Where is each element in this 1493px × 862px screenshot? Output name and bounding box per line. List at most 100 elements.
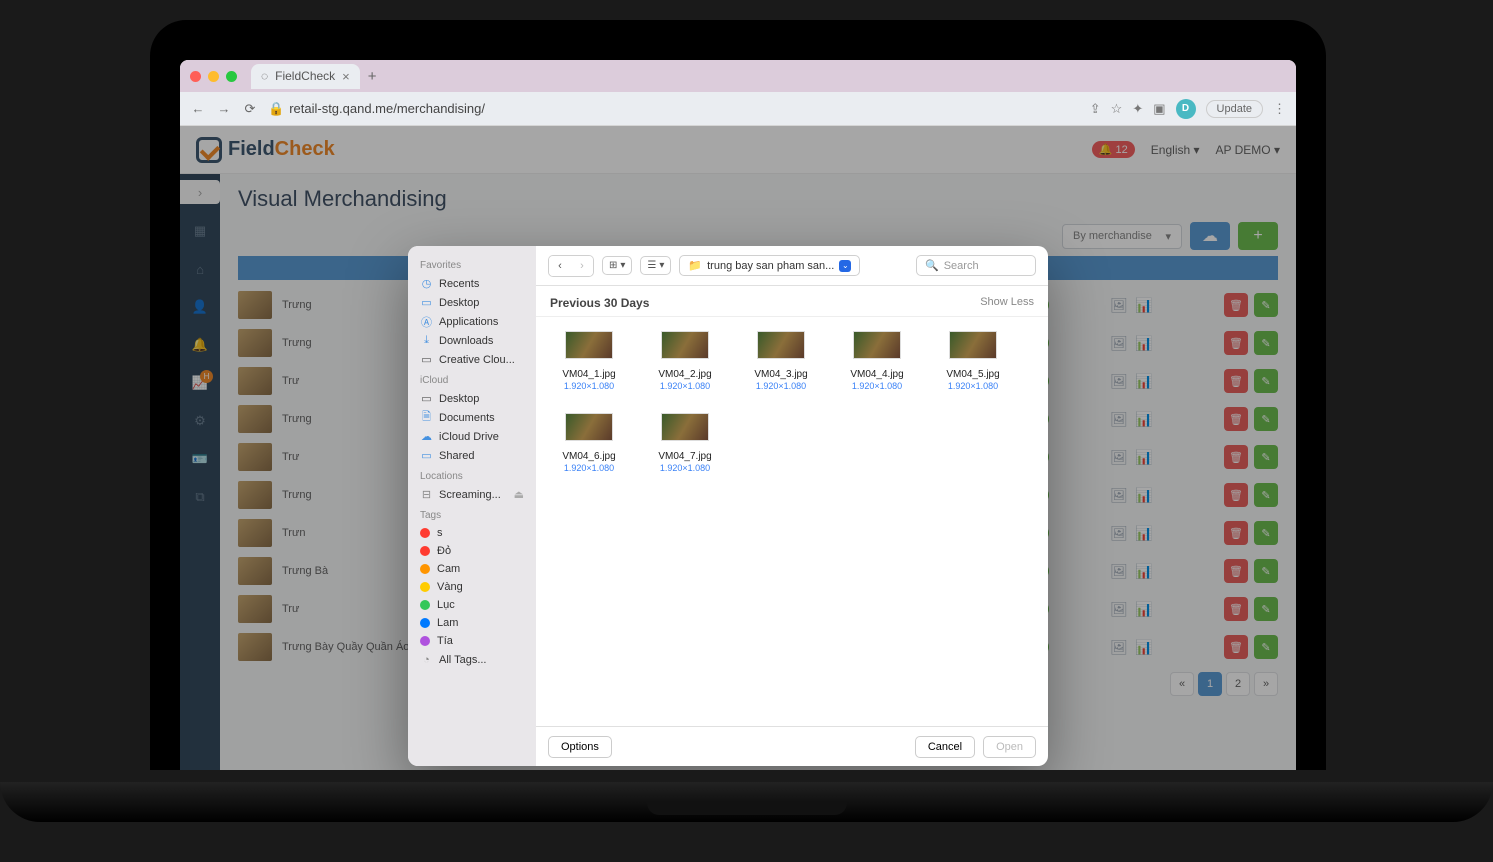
delete-button[interactable]: 🗑 — [1224, 559, 1248, 583]
new-tab-button[interactable]: + — [368, 68, 377, 85]
sidebar-item-desktop[interactable]: ▭Desktop — [408, 293, 536, 312]
window-maximize-button[interactable] — [226, 71, 237, 82]
window-close-button[interactable] — [190, 71, 201, 82]
sidebar-item-recents[interactable]: ◷Recents — [408, 274, 536, 293]
panel-icon[interactable]: ▣ — [1153, 101, 1165, 117]
file-item[interactable]: VM04_5.jpg 1.920×1.080 — [934, 331, 1012, 391]
nav-back-button[interactable]: ‹ — [549, 256, 571, 276]
delete-button[interactable]: 🗑 — [1224, 483, 1248, 507]
chart-icon[interactable]: 📊 — [1134, 637, 1154, 657]
window-minimize-button[interactable] — [208, 71, 219, 82]
upload-button[interactable]: ☁ — [1190, 222, 1230, 250]
eject-icon[interactable]: ⏏ — [514, 488, 524, 501]
image-icon[interactable]: 🖼 — [1109, 637, 1129, 657]
chart-icon[interactable]: 📊 — [1134, 447, 1154, 467]
file-item[interactable]: VM04_3.jpg 1.920×1.080 — [742, 331, 820, 391]
sidebar-tag-item[interactable]: Cam — [408, 560, 536, 578]
page-1[interactable]: 1 — [1198, 672, 1222, 696]
sidebar-item-documents[interactable]: 🗎Documents — [408, 408, 536, 427]
image-icon[interactable]: 🖼 — [1109, 561, 1129, 581]
bookmark-icon[interactable]: ☆ — [1111, 101, 1123, 117]
delete-button[interactable]: 🗑 — [1224, 293, 1248, 317]
edit-button[interactable]: ✎ — [1254, 445, 1278, 469]
folder-selector[interactable]: 📁 trung bay san pham san... ⌄ — [679, 255, 860, 276]
reload-icon[interactable]: ⟳ — [242, 101, 258, 117]
sidebar-tag-item[interactable]: Lục — [408, 596, 536, 614]
delete-button[interactable]: 🗑 — [1224, 331, 1248, 355]
sidebar-collapse-button[interactable]: › — [180, 180, 220, 204]
image-icon[interactable]: 🖼 — [1109, 523, 1129, 543]
delete-button[interactable]: 🗑 — [1224, 445, 1248, 469]
file-item[interactable]: VM04_1.jpg 1.920×1.080 — [550, 331, 628, 391]
chart-icon[interactable]: 📊 — [1134, 523, 1154, 543]
filter-merchandise[interactable]: By merchandise▾ — [1062, 224, 1182, 249]
open-button[interactable]: Open — [983, 736, 1036, 758]
sidebar-item-settings[interactable]: ⚙ — [189, 410, 211, 432]
nav-forward-button[interactable]: › — [571, 256, 593, 276]
file-item[interactable]: VM04_4.jpg 1.920×1.080 — [838, 331, 916, 391]
delete-button[interactable]: 🗑 — [1224, 521, 1248, 545]
app-logo[interactable]: FieldCheck — [196, 137, 335, 163]
chart-icon[interactable]: 📊 — [1134, 485, 1154, 505]
edit-button[interactable]: ✎ — [1254, 293, 1278, 317]
edit-button[interactable]: ✎ — [1254, 521, 1278, 545]
chart-icon[interactable]: 📊 — [1134, 561, 1154, 581]
chart-icon[interactable]: 📊 — [1134, 295, 1154, 315]
sidebar-item-shared[interactable]: ▭Shared — [408, 446, 536, 465]
add-button[interactable]: + — [1238, 222, 1278, 250]
show-less-button[interactable]: Show Less — [980, 296, 1034, 310]
image-icon[interactable]: 🖼 — [1109, 447, 1129, 467]
image-icon[interactable]: 🖼 — [1109, 599, 1129, 619]
delete-button[interactable]: 🗑 — [1224, 407, 1248, 431]
image-icon[interactable]: 🖼 — [1109, 295, 1129, 315]
tab-close-icon[interactable]: × — [342, 69, 350, 84]
edit-button[interactable]: ✎ — [1254, 483, 1278, 507]
chart-icon[interactable]: 📊 — [1134, 599, 1154, 619]
chart-icon[interactable]: 📊 — [1134, 409, 1154, 429]
edit-button[interactable]: ✎ — [1254, 635, 1278, 659]
edit-button[interactable]: ✎ — [1254, 597, 1278, 621]
image-icon[interactable]: 🖼 — [1109, 333, 1129, 353]
update-button[interactable]: Update — [1206, 100, 1263, 118]
cancel-button[interactable]: Cancel — [915, 736, 975, 758]
delete-button[interactable]: 🗑 — [1224, 597, 1248, 621]
view-group-button[interactable]: ☰▾ — [640, 256, 671, 275]
share-icon[interactable]: ⇪ — [1090, 101, 1101, 117]
extensions-icon[interactable]: ✦ — [1132, 101, 1143, 117]
page-prev[interactable]: « — [1170, 672, 1194, 696]
sidebar-item-dashboard[interactable]: ▦ — [189, 220, 211, 242]
chart-icon[interactable]: 📊 — [1134, 371, 1154, 391]
sidebar-item-id[interactable]: 🪪 — [189, 448, 211, 470]
sidebar-item-chart[interactable]: 📈H — [189, 372, 211, 394]
sidebar-item-store[interactable]: ⌂ — [189, 258, 211, 280]
file-item[interactable]: VM04_6.jpg 1.920×1.080 — [550, 413, 628, 473]
forward-icon[interactable]: → — [216, 101, 232, 116]
page-next[interactable]: » — [1254, 672, 1278, 696]
file-item[interactable]: VM04_2.jpg 1.920×1.080 — [646, 331, 724, 391]
edit-button[interactable]: ✎ — [1254, 559, 1278, 583]
image-icon[interactable]: 🖼 — [1109, 409, 1129, 429]
sidebar-item-icloud-drive[interactable]: ☁iCloud Drive — [408, 427, 536, 446]
file-item[interactable]: VM04_7.jpg 1.920×1.080 — [646, 413, 724, 473]
sidebar-tag-item[interactable]: Tía — [408, 632, 536, 650]
sidebar-tag-item[interactable]: Lam — [408, 614, 536, 632]
browser-tab[interactable]: ◌ FieldCheck × — [251, 64, 360, 89]
url-field[interactable]: 🔒 retail-stg.qand.me/merchandising/ — [268, 101, 1080, 117]
language-selector[interactable]: English ▾ — [1151, 143, 1200, 157]
sidebar-item-downloads[interactable]: ⤓Downloads — [408, 331, 536, 350]
sidebar-item-notification[interactable]: 🔔 — [189, 334, 211, 356]
delete-button[interactable]: 🗑 — [1224, 369, 1248, 393]
edit-button[interactable]: ✎ — [1254, 407, 1278, 431]
options-button[interactable]: Options — [548, 736, 612, 758]
sidebar-item-screaming[interactable]: ⊟Screaming...⏏ — [408, 485, 536, 504]
image-icon[interactable]: 🖼 — [1109, 371, 1129, 391]
view-grid-button[interactable]: ⊞▾ — [602, 256, 632, 275]
delete-button[interactable]: 🗑 — [1224, 635, 1248, 659]
sidebar-item-user[interactable]: 👤 — [189, 296, 211, 318]
page-2[interactable]: 2 — [1226, 672, 1250, 696]
sidebar-item-copy[interactable]: ⧉ — [189, 486, 211, 508]
edit-button[interactable]: ✎ — [1254, 369, 1278, 393]
image-icon[interactable]: 🖼 — [1109, 485, 1129, 505]
sidebar-tag-item[interactable]: Vàng — [408, 578, 536, 596]
notification-badge[interactable]: 🔔12 — [1092, 141, 1135, 158]
